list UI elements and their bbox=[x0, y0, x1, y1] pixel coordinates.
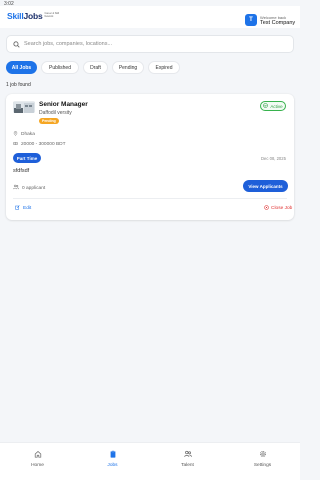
nav-home[interactable]: Home bbox=[8, 443, 68, 480]
avatar[interactable]: T bbox=[245, 14, 257, 26]
welcome-block: Welcome back Test Company bbox=[260, 15, 295, 26]
users-icon bbox=[183, 450, 192, 463]
gear-icon bbox=[259, 450, 267, 463]
check-circle-icon bbox=[263, 103, 269, 109]
job-location: Dhaka bbox=[13, 131, 35, 138]
home-icon bbox=[34, 450, 42, 463]
search-bar[interactable] bbox=[6, 35, 294, 53]
edit-icon bbox=[15, 205, 20, 212]
close-circle-icon bbox=[264, 205, 269, 212]
logo-text: SkillJobs bbox=[7, 11, 43, 21]
status-tabs: All Jobs Published Draft Pending Expired bbox=[6, 61, 180, 74]
app-header: SkillJobs Career & Skill Network T Welco… bbox=[0, 6, 300, 28]
job-description: sfdfsdf bbox=[13, 168, 30, 174]
applicant-count: 0 applicant bbox=[13, 184, 45, 192]
edit-button[interactable]: Edit bbox=[15, 205, 31, 212]
app-logo: SkillJobs Career & Skill Network bbox=[7, 11, 65, 21]
logo-tagline: Career & Skill Network bbox=[44, 12, 60, 18]
tab-pending[interactable]: Pending bbox=[112, 61, 144, 74]
job-salary: 20000 - 300000 BDT bbox=[13, 141, 66, 148]
location-pin-icon bbox=[13, 131, 18, 138]
pending-badge: Pending bbox=[39, 118, 59, 124]
job-company: Daffodil versity bbox=[39, 110, 72, 116]
tab-expired[interactable]: Expired bbox=[148, 61, 180, 74]
close-job-button[interactable]: Close Job bbox=[264, 205, 292, 212]
clipboard-icon bbox=[109, 450, 117, 463]
nav-jobs[interactable]: Jobs bbox=[83, 443, 143, 480]
active-label: Active bbox=[270, 103, 283, 109]
active-status-badge: Active bbox=[260, 101, 286, 111]
job-card[interactable]: Senior Manager Daffodil versity Pending … bbox=[6, 94, 294, 220]
card-divider bbox=[13, 198, 287, 199]
tab-all-jobs[interactable]: All Jobs bbox=[6, 61, 37, 74]
job-title[interactable]: Senior Manager bbox=[39, 101, 88, 108]
search-icon bbox=[13, 35, 20, 53]
tab-published[interactable]: Published bbox=[41, 61, 79, 74]
job-type-badge: Part Time bbox=[13, 153, 41, 163]
company-name: Test Company bbox=[260, 20, 296, 26]
money-icon bbox=[13, 141, 18, 148]
bottom-navigation: Home Jobs Talent Settings bbox=[0, 442, 300, 480]
results-count: 1 job found bbox=[6, 82, 31, 88]
users-icon bbox=[13, 184, 19, 192]
posted-date: Dec 08, 2025 bbox=[261, 156, 286, 161]
nav-settings[interactable]: Settings bbox=[233, 443, 293, 480]
search-input[interactable] bbox=[24, 41, 284, 47]
tab-draft[interactable]: Draft bbox=[83, 61, 108, 74]
view-applicants-button[interactable]: View Applicants bbox=[243, 180, 288, 192]
company-logo-image bbox=[13, 101, 35, 113]
nav-talent[interactable]: Talent bbox=[158, 443, 218, 480]
